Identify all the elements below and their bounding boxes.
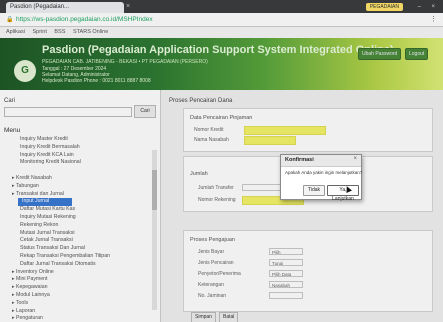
dialog-message: Apakah Anda yakin ingin melanjutkan?: [285, 170, 363, 175]
modal-overlay: [0, 0, 443, 322]
dialog-cancel-button[interactable]: Tidak: [303, 185, 325, 196]
dialog-title: Konfirmasi: [285, 157, 314, 163]
dialog-header: Konfirmasi ×: [281, 155, 361, 167]
confirm-dialog: Konfirmasi × Apakah Anda yakin ingin mel…: [280, 154, 363, 202]
close-icon[interactable]: ×: [353, 156, 357, 162]
screen: Pasdion (Pegadaian... × PEGADAIAN – × 🔒 …: [0, 0, 443, 322]
